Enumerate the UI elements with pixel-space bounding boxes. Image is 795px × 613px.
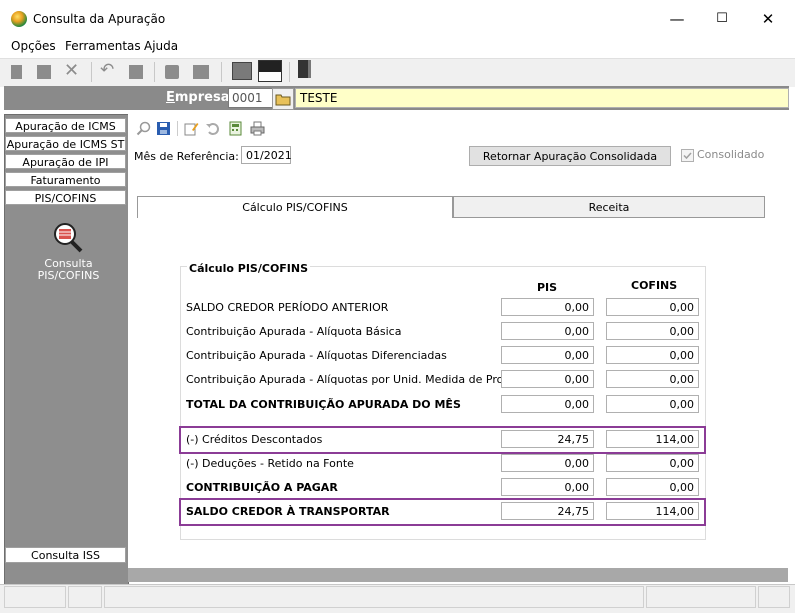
row-label: SALDO CREDOR PERÍODO ANTERIOR [186, 301, 389, 314]
pis-value-field[interactable]: 24,75 [501, 502, 594, 520]
nav-item-label: Consulta PIS/COFINS [37, 257, 100, 282]
truck-icon[interactable] [193, 65, 209, 79]
delete-icon[interactable]: ✕ [64, 60, 79, 81]
row-label: Contribuição Apurada - Alíquotas por Uni… [186, 373, 529, 386]
nav-tab-faturamento[interactable]: Faturamento [5, 172, 126, 187]
minimize-button[interactable]: — [662, 8, 692, 30]
row-label: Contribuição Apurada - Alíquotas Diferen… [186, 349, 447, 362]
pis-value-field[interactable]: 0,00 [501, 346, 594, 364]
pis-value-field[interactable]: 0,00 [501, 322, 594, 340]
empresa-label: Empresa [166, 90, 230, 105]
menu-opcoes[interactable]: Opções [11, 39, 56, 53]
bottom-gray-strip [128, 568, 788, 582]
status-pane [104, 586, 644, 608]
open-folder-icon[interactable] [272, 88, 294, 110]
mes-referencia-input[interactable]: 01/2021 [241, 146, 292, 164]
nav-tab-apuracao-ipi[interactable]: Apuração de IPI [5, 154, 126, 169]
close-button[interactable]: ✕ [753, 8, 783, 30]
cofins-value-field[interactable]: 114,00 [606, 502, 699, 520]
cofins-value-field[interactable]: 0,00 [606, 478, 699, 496]
row-label: Contribuição Apurada - Alíquota Básica [186, 325, 402, 338]
row-label: TOTAL DA CONTRIBUIÇÃO APURADA DO MÊS [186, 398, 461, 411]
status-pane [758, 586, 790, 608]
calculator-icon[interactable] [232, 62, 252, 80]
edit-document-icon[interactable] [184, 121, 199, 136]
pis-value-field[interactable]: 0,00 [501, 370, 594, 388]
row-label: (-) Deduções - Retido na Fonte [186, 457, 354, 470]
status-pane [68, 586, 102, 608]
cofins-value-field[interactable]: 0,00 [606, 395, 699, 413]
empresa-code-input[interactable]: 0001 [228, 88, 273, 108]
cofins-value-field[interactable]: 0,00 [606, 370, 699, 388]
undo-icon[interactable]: ↶ [100, 60, 114, 80]
toolbar-separator [289, 62, 290, 82]
column-header-cofins: COFINS [631, 279, 678, 292]
tab-calculo-pis-cofins[interactable]: Cálculo PIS/COFINS [137, 196, 453, 218]
toolbar-separator [91, 62, 92, 82]
report-icon[interactable] [258, 60, 282, 82]
pis-value-field[interactable]: 0,00 [501, 478, 594, 496]
cofins-value-field[interactable]: 0,00 [606, 454, 699, 472]
cofins-value-field[interactable]: 114,00 [606, 430, 699, 448]
status-pane [4, 586, 66, 608]
mes-referencia-label: Mês de Referência: [134, 150, 239, 163]
calculator-doc-icon[interactable] [228, 121, 243, 136]
edit-icon[interactable] [37, 65, 51, 79]
maximize-button[interactable]: ☐ [707, 8, 737, 30]
consolidado-label: Consolidado [697, 148, 765, 161]
empresa-name-field: TESTE [295, 88, 789, 108]
toolbar-separator [221, 62, 222, 82]
cofins-value-field[interactable]: 0,00 [606, 298, 699, 316]
menu-ferramentas[interactable]: Ferramentas [65, 39, 141, 53]
row-label: CONTRIBUIÇÃO A PAGAR [186, 481, 338, 494]
undo-icon[interactable] [205, 121, 220, 136]
column-header-pis: PIS [537, 281, 558, 294]
cofins-value-field[interactable]: 0,00 [606, 322, 699, 340]
printer-icon[interactable] [250, 121, 265, 136]
search-icon[interactable] [136, 121, 151, 136]
print-icon[interactable] [165, 65, 179, 79]
row-label: SALDO CREDOR À TRANSPORTAR [186, 505, 390, 518]
window-title: Consulta da Apuração [33, 12, 166, 26]
nav-tab-apuracao-icms[interactable]: Apuração de ICMS [5, 118, 126, 133]
toolbar-separator [177, 121, 178, 136]
app-icon [11, 11, 27, 27]
status-pane [646, 586, 756, 608]
magnifier-report-icon[interactable] [51, 222, 85, 254]
exit-door-icon[interactable] [298, 60, 311, 78]
nav-item-consulta-pis-cofins[interactable]: Consulta PIS/COFINS [10, 258, 127, 282]
save-icon[interactable] [156, 121, 171, 136]
menu-ajuda[interactable]: Ajuda [144, 39, 178, 53]
retornar-apuracao-button[interactable]: Retornar Apuração Consolidada [469, 146, 671, 166]
nav-tab-pis-cofins[interactable]: PIS/COFINS [5, 190, 126, 205]
toolbar [0, 58, 795, 87]
pis-value-field[interactable]: 0,00 [501, 454, 594, 472]
pis-value-field[interactable]: 0,00 [501, 298, 594, 316]
nav-tab-apuracao-icms-st[interactable]: Apuração de ICMS ST [5, 136, 126, 151]
nav-tab-consulta-iss[interactable]: Consulta ISS [5, 547, 126, 563]
new-icon[interactable] [11, 65, 22, 79]
pis-value-field[interactable]: 24,75 [501, 430, 594, 448]
pis-value-field[interactable]: 0,00 [501, 395, 594, 413]
toolbar-separator [154, 62, 155, 82]
tab-receita[interactable]: Receita [453, 196, 765, 218]
stop-icon[interactable] [129, 65, 143, 79]
row-label: (-) Créditos Descontados [186, 433, 323, 446]
group-title: Cálculo PIS/COFINS [187, 262, 311, 275]
consolidado-checkbox[interactable] [681, 149, 694, 162]
cofins-value-field[interactable]: 0,00 [606, 346, 699, 364]
